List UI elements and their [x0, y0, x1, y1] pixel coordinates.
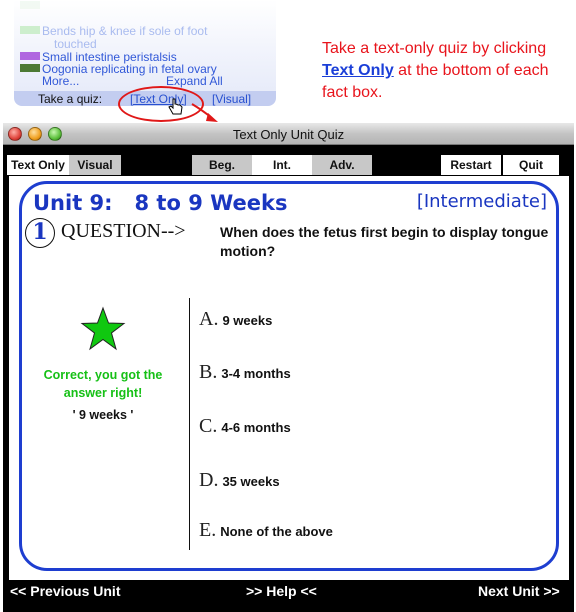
feedback-message: Correct, you got the answer right! [43, 368, 163, 400]
option-text: 35 weeks [222, 474, 280, 489]
color-swatch [20, 26, 40, 34]
option-letter: A. [199, 308, 219, 330]
answer-option-c[interactable]: C. 4-6 months [199, 415, 291, 438]
answer-option-b[interactable]: B. 3-4 months [199, 361, 291, 384]
advanced-button[interactable]: Adv. [312, 155, 372, 175]
more-link[interactable]: More... [42, 75, 79, 87]
answer-option-a[interactable]: A. 9 weeks [199, 308, 272, 331]
correct-answer: ' 9 weeks ' [72, 408, 134, 422]
fact-item-faded-top [20, 0, 42, 12]
help-link[interactable]: >> Help << [246, 583, 317, 599]
option-text: 9 weeks [222, 313, 273, 328]
answer-feedback: Correct, you got the answer right! ' 9 w… [23, 306, 183, 422]
take-quiz-label: Take a quiz: [38, 92, 103, 106]
color-swatch [20, 64, 40, 72]
beginner-button[interactable]: Beg. [192, 155, 252, 175]
expand-all-link[interactable]: Expand All [166, 75, 223, 87]
next-unit-link[interactable]: Next Unit >> [478, 583, 560, 599]
option-letter: D. [199, 469, 219, 491]
window-title: Text Only Unit Quiz [232, 127, 345, 142]
fact-item[interactable]: Bends hip & knee if sole of foot [20, 25, 207, 37]
option-text: 3-4 months [221, 366, 291, 381]
instruction-callout: Take a text-only quiz by clicking Text O… [322, 40, 549, 101]
question-number-badge: 1 [25, 218, 55, 248]
intermediate-button[interactable]: Int. [252, 155, 312, 175]
title-bar[interactable]: Text Only Unit Quiz [3, 123, 574, 145]
color-swatch [20, 52, 40, 60]
star-icon [80, 306, 126, 351]
quiz-window: Text Only Unit Quiz Text Only Visual Beg… [3, 123, 574, 612]
answer-option-d[interactable]: D. 35 weeks [199, 469, 280, 492]
hand-cursor-icon [168, 98, 183, 115]
column-divider [189, 298, 190, 550]
option-letter: B. [199, 361, 218, 383]
visual-tab[interactable]: Visual [69, 155, 121, 175]
option-text: None of the above [220, 524, 333, 539]
unit-title: Unit 9: 8 to 9 Weeks [33, 191, 288, 215]
fact-item-continuation: touched [54, 37, 97, 51]
question-label: QUESTION--> [61, 220, 186, 242]
quiz-content: Unit 9: 8 to 9 Weeks [Intermediate] 1 QU… [9, 176, 569, 580]
question-text: When does the fetus first begin to displ… [220, 224, 549, 259]
level-label: [Intermediate] [416, 191, 547, 212]
quit-button[interactable]: Quit [503, 155, 559, 175]
answer-option-e[interactable]: E. None of the above [199, 519, 333, 542]
restart-button[interactable]: Restart [441, 155, 501, 175]
option-text: 4-6 months [221, 420, 291, 435]
previous-unit-link[interactable]: << Previous Unit [10, 583, 120, 599]
option-letter: E. [199, 519, 217, 541]
arrow-icon [191, 103, 218, 122]
text-only-highlight-link[interactable]: Text Only [322, 62, 394, 79]
option-letter: C. [199, 415, 218, 437]
text-only-tab[interactable]: Text Only [7, 155, 69, 175]
